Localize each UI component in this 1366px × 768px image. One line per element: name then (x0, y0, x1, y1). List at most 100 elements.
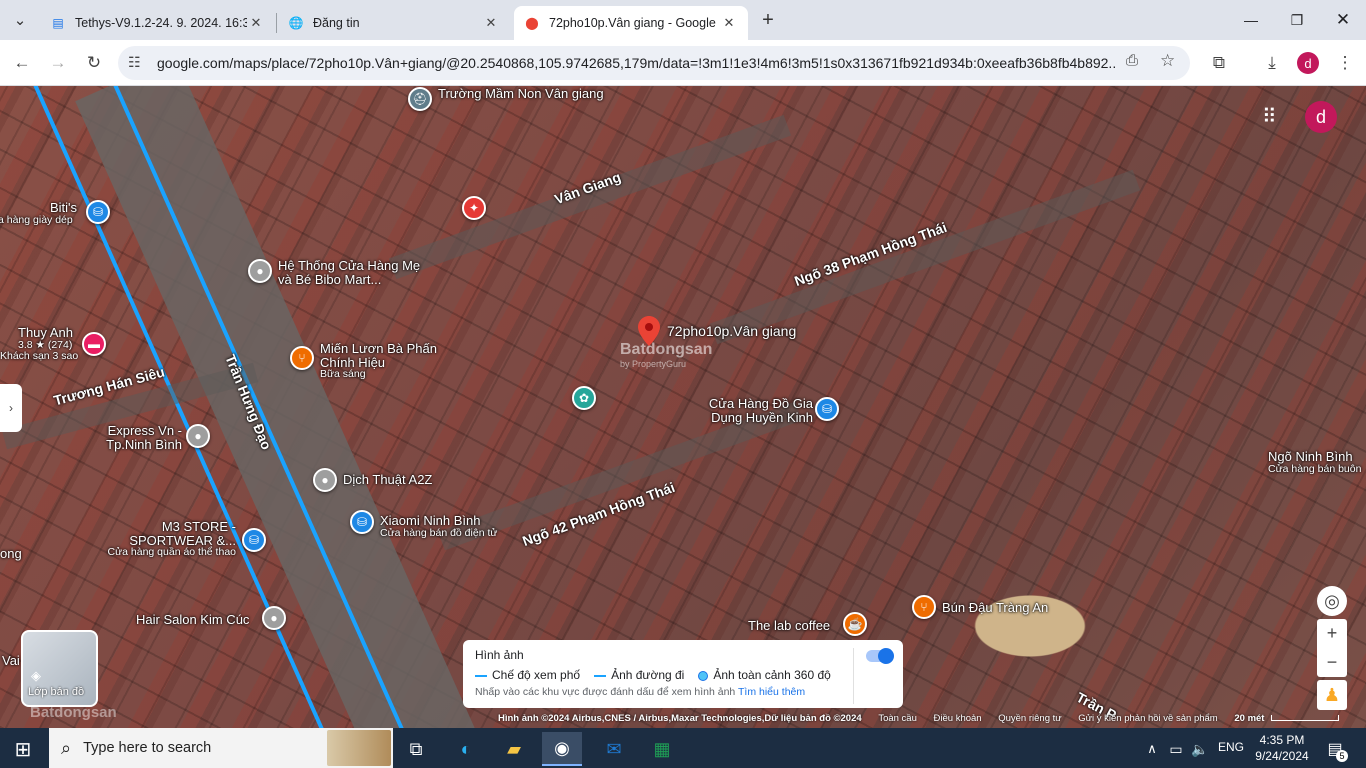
file-explorer-icon[interactable]: ▰ (494, 732, 534, 766)
network-icon[interactable]: ▭ (1164, 732, 1188, 766)
tab-google-maps[interactable]: ⬤ 72pho10p.Vân giang - Google M ✕ (514, 6, 748, 40)
url-text: google.com/maps/place/72pho10p.Vân+giang… (157, 55, 1117, 71)
place-marker-icon[interactable] (638, 316, 660, 346)
volume-icon[interactable]: 🔈 (1188, 732, 1212, 766)
taskbar-search-box[interactable]: ⌕ Type here to search (49, 728, 393, 768)
restaurant-fork-icon[interactable]: ⑂ (912, 595, 936, 619)
zoom-out-button[interactable]: − (1317, 648, 1347, 677)
hotel-bed-icon[interactable]: ▬ (82, 332, 106, 356)
profile-avatar[interactable]: d (1297, 52, 1319, 74)
poi-xiaomi[interactable]: Xiaomi Ninh Bình Cửa hàng bán đồ điện tử (380, 514, 497, 539)
watermark: Batdongsan by PropertyGuru (620, 341, 713, 369)
tab-search-icon[interactable]: ⌄ (4, 4, 36, 36)
privacy-link[interactable]: Quyền riêng tư (998, 713, 1061, 724)
tray-chevron-icon[interactable]: ∧ (1140, 732, 1164, 766)
poi-huyen-kinh[interactable]: Cửa Hàng Đồ Gia Dụng Huyền Kinh (703, 397, 813, 424)
shopping-bag-icon[interactable]: ⛁ (815, 397, 839, 421)
place-dot-icon[interactable]: ● (262, 606, 286, 630)
my-location-icon[interactable]: ◎ (1317, 586, 1347, 616)
legend-street-view: Chế độ xem phố (475, 668, 580, 682)
search-highlight-image (327, 730, 391, 766)
minimize-button[interactable]: — (1228, 0, 1274, 40)
streetview-toggle[interactable] (866, 648, 894, 664)
close-icon[interactable]: ✕ (247, 14, 265, 32)
terms-link[interactable]: Điều khoản (934, 713, 982, 724)
new-tab-button[interactable]: + (752, 4, 784, 36)
globe-icon: 🌐 (288, 16, 304, 30)
place-dot-icon[interactable]: ● (248, 259, 272, 283)
road-van-giang (388, 114, 792, 280)
downloads-icon[interactable]: ⤓ (1257, 48, 1287, 78)
poi-ngo-ninh-binh[interactable]: Ngõ Ninh Bình Cửa hàng bán buôn (1268, 450, 1361, 475)
streetview-coverage-panel: Hình ảnh Chế độ xem phố Ảnh đường đi Ảnh… (463, 640, 903, 708)
maps-pin-icon: ⬤ (525, 16, 539, 30)
shopping-bag-icon[interactable]: ⛁ (242, 528, 266, 552)
poi-dich-thuat[interactable]: Dịch Thuật A2Z (343, 473, 432, 487)
close-icon[interactable]: ✕ (720, 14, 738, 32)
poi-lab-coffee[interactable]: The lab coffee (748, 619, 830, 633)
road-ngo-38 (709, 169, 1141, 345)
scale-label[interactable]: 20 mét (1234, 713, 1264, 724)
layers-button[interactable]: ◈ Lớp bản đồ (21, 630, 98, 707)
park-flower-icon[interactable]: ✿ (572, 386, 596, 410)
poi-bun-dau[interactable]: Bún Đậu Tràng An (942, 601, 1048, 615)
poi-star-icon[interactable]: ✦ (462, 196, 486, 220)
outlook-icon[interactable]: ✉ (594, 732, 634, 766)
install-app-icon[interactable]: ⎙ (1126, 52, 1138, 69)
notification-icon[interactable]: ▤ 5 (1318, 732, 1352, 766)
global-link[interactable]: Toàn cầu (878, 713, 917, 724)
extensions-icon[interactable]: ⧉ (1204, 48, 1234, 78)
place-dot-icon[interactable]: ● (313, 468, 337, 492)
poi-partial-vai[interactable]: Vai (2, 654, 20, 668)
forward-button[interactable]: → (43, 48, 73, 78)
coffee-cup-icon[interactable]: ☕ (843, 612, 867, 636)
map-attribution: Hình ảnh ©2024 Airbus,CNES / Airbus,Maxa… (498, 713, 1366, 728)
shopping-bag-icon[interactable]: ⛁ (350, 510, 374, 534)
panel-title: Hình ảnh (475, 648, 524, 662)
language-indicator[interactable]: ENG (1218, 740, 1244, 754)
learn-more-link[interactable]: Tìm hiểu thêm (738, 686, 805, 698)
site-settings-icon[interactable]: ☷ (128, 54, 141, 71)
place-dot-icon[interactable]: ● (186, 424, 210, 448)
tab-dang-tin[interactable]: 🌐 Đăng tin ✕ (278, 6, 510, 40)
document-icon: ▤ (52, 16, 64, 30)
edge-icon[interactable]: ◐ (446, 732, 486, 766)
tab-tethys[interactable]: ▤ Tethys-V9.1.2-24. 9. 2024. 16:34 ✕ (40, 6, 275, 40)
poi-truong-mam-non[interactable]: Trường Mầm Non Vân giang (438, 87, 604, 101)
restore-button[interactable]: ❐ (1274, 0, 1320, 40)
layers-icon: ◈ (31, 668, 41, 683)
close-window-button[interactable]: ✕ (1320, 0, 1366, 40)
poi-thuy-anh[interactable]: Thuy Anh 3.8 ★ (274) Khách sạn 3 sao (0, 326, 78, 362)
menu-kebab-icon[interactable]: ⋮ (1330, 48, 1360, 78)
satellite-map[interactable]: Vân Giang Ngõ 38 Phạm Hồng Thái Trần Hưn… (0, 86, 1366, 728)
close-icon[interactable]: ✕ (482, 14, 500, 32)
clock[interactable]: 4:35 PM 9/24/2024 (1255, 732, 1309, 764)
poi-m3-store[interactable]: M3 STORE - SPORTWEAR &... Cửa hàng quần á… (104, 520, 236, 558)
excel-icon[interactable]: ▦ (642, 732, 682, 766)
expand-side-panel-button[interactable]: › (0, 384, 22, 432)
poi-bibo-mart[interactable]: Hệ Thống Cửa Hàng Mẹ và Bé Bibo Mart... (278, 259, 428, 286)
school-icon[interactable]: ⛑ (408, 87, 432, 111)
reload-button[interactable]: ↻ (79, 48, 109, 78)
poi-partial-ong[interactable]: ong (0, 547, 22, 561)
bookmark-star-icon[interactable]: ☆ (1160, 51, 1175, 71)
zoom-in-button[interactable]: + (1317, 619, 1347, 648)
pegman-icon[interactable]: ♟ (1317, 680, 1347, 710)
maps-profile-avatar[interactable]: d (1305, 101, 1337, 133)
restaurant-fork-icon[interactable]: ⑂ (290, 346, 314, 370)
poi-hair-salon[interactable]: Hair Salon Kim Cúc (136, 613, 249, 627)
back-button[interactable]: ← (7, 48, 37, 78)
browser-toolbar: ← → ↻ ☷ google.com/maps/place/72pho10p.V… (0, 40, 1366, 86)
shopping-bag-icon[interactable]: ⛁ (86, 200, 110, 224)
feedback-link[interactable]: Gửi ý kiến phản hồi về sản phẩm (1078, 713, 1217, 724)
windows-start-icon[interactable]: ⊞ (3, 732, 43, 766)
poi-express-vn[interactable]: Express Vn - Tp.Ninh Bình (100, 424, 182, 451)
apps-grid-icon[interactable]: ⠿ (1262, 104, 1277, 129)
chrome-icon[interactable]: ◉ (542, 732, 582, 766)
poi-bitis[interactable]: Biti's a hàng giày dép (0, 201, 77, 226)
address-bar[interactable]: ☷ google.com/maps/place/72pho10p.Vân+gia… (118, 46, 1190, 80)
poi-mien-luon[interactable]: Miến Lươn Bà Phấn Chính Hiệu Bữa sáng (320, 342, 450, 380)
place-marker-label: 72pho10p.Vân giang (667, 323, 797, 339)
legend-road-photos: Ảnh đường đi (594, 668, 684, 682)
task-view-icon[interactable]: ⧉ (396, 732, 436, 766)
